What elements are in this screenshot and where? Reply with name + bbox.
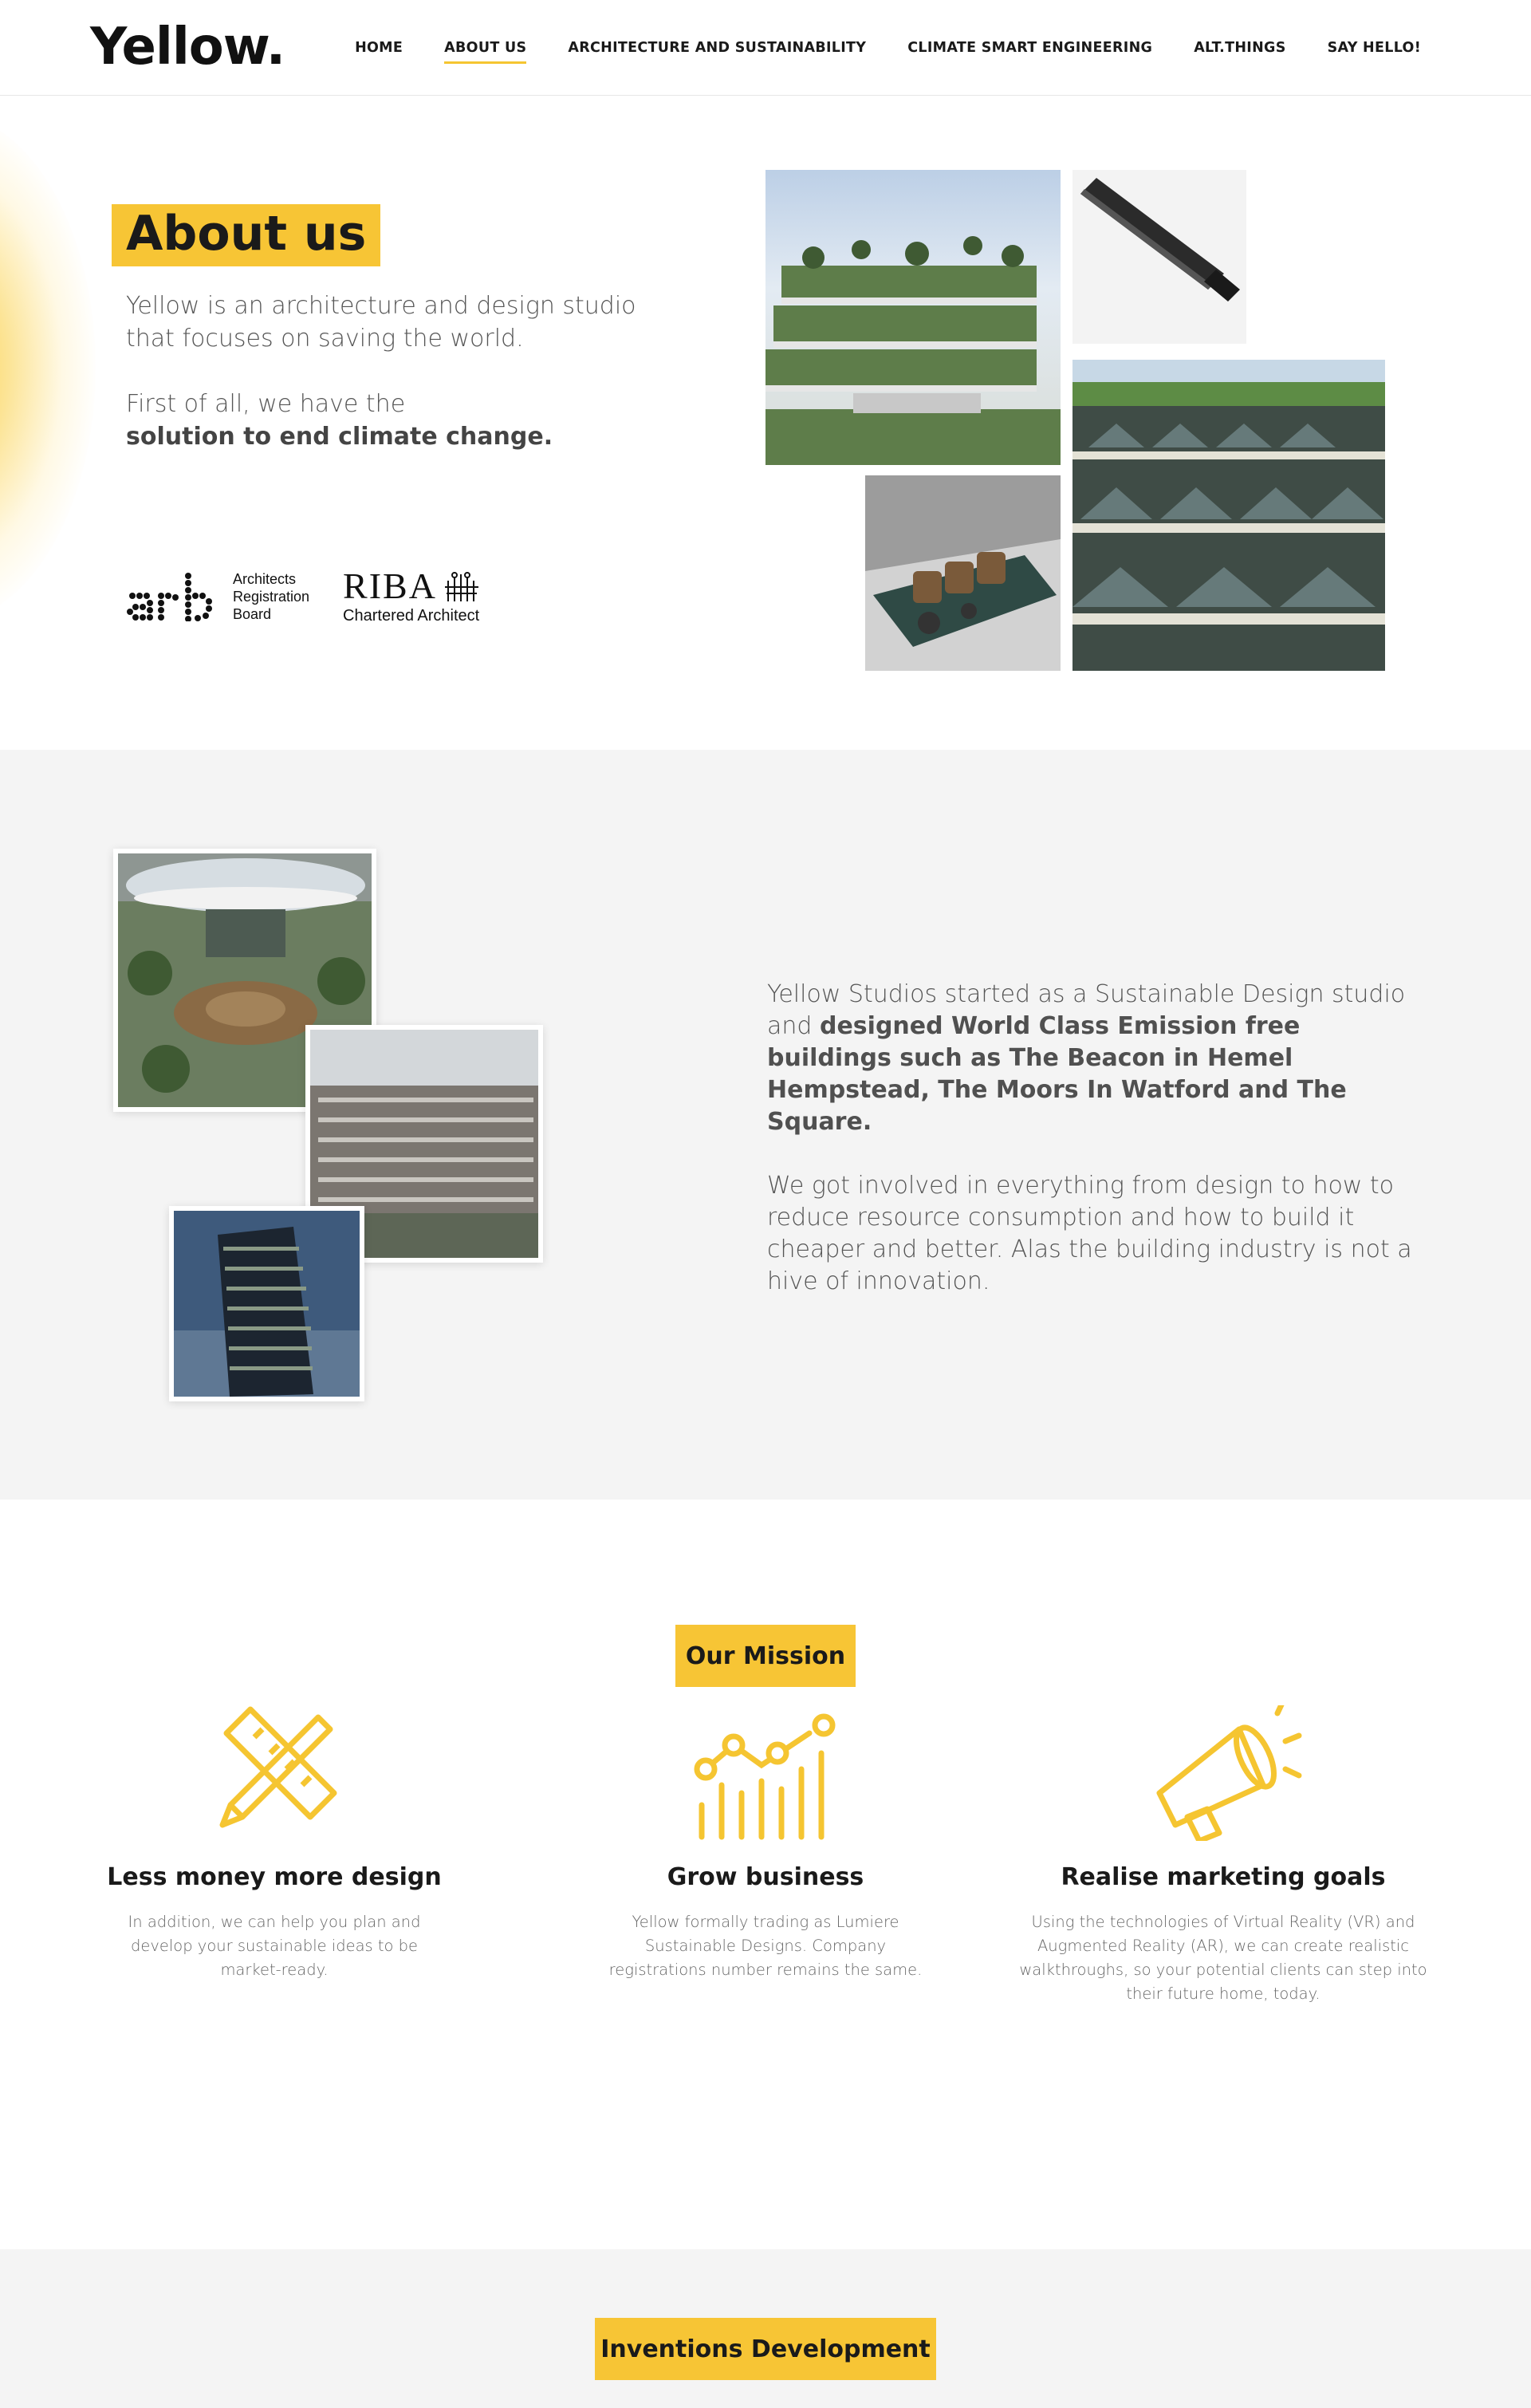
riba-logo: RIBA Chartered Architect xyxy=(343,567,483,625)
about-lead-bold: solution to end climate change. xyxy=(126,423,553,451)
mission-body-marketing: Using the technologies of Virtual Realit… xyxy=(1019,1913,1427,2003)
story-text: Yellow Studios started as a Sustainable … xyxy=(767,979,1429,1330)
inventions-title: Inventions Development xyxy=(595,2318,936,2380)
mission-heading-marketing: Realise marketing goals xyxy=(1061,1863,1386,1891)
nav-about-us[interactable]: ABOUT US xyxy=(444,33,527,64)
green-building-illustration xyxy=(766,170,1061,465)
main-nav: HOME ABOUT US ARCHITECTURE AND SUSTAINAB… xyxy=(355,0,1421,96)
arb-line2: Registration xyxy=(233,588,310,605)
mission-column-design: Less money more design In addition, we c… xyxy=(67,1706,482,1982)
about-title: About us xyxy=(112,204,381,266)
about-lead-text: First of all, we have the xyxy=(126,390,406,418)
solar-pyramids-image xyxy=(1072,360,1385,671)
mission-section: Our Mission Less money more design In ad… xyxy=(0,1500,1531,2249)
arb-text: Architects Registration Board xyxy=(233,570,309,623)
about-text: Yellow is an architecture and design stu… xyxy=(126,290,636,486)
mission-body-grow: Yellow formally trading as Lumiere Susta… xyxy=(608,1913,923,1979)
riba-word: RIBA xyxy=(343,566,437,606)
about-section: About us Yellow is an architecture and d… xyxy=(0,97,1531,750)
nav-say-hello[interactable]: SAY HELLO! xyxy=(1328,33,1421,62)
nav-alt-things[interactable]: ALT.THINGS xyxy=(1194,33,1285,62)
pencil-ruler-icon xyxy=(219,1706,337,1828)
engine-illustration xyxy=(865,475,1061,671)
story-section: Yellow Studios started as a Sustainable … xyxy=(0,750,1531,1500)
nav-architecture-sustainability[interactable]: ARCHITECTURE AND SUSTAINABILITY xyxy=(568,33,866,62)
accreditation-logos: Architects Registration Board RIBA Chart… xyxy=(126,567,483,625)
twisted-tower-photo xyxy=(169,1206,364,1401)
story-paragraph-1: Yellow Studios started as a Sustainable … xyxy=(767,979,1429,1138)
mission-column-grow: Grow business Yellow formally trading as… xyxy=(558,1713,973,1982)
mission-title: Our Mission xyxy=(675,1625,856,1687)
mission-heading-grow: Grow business xyxy=(667,1863,864,1891)
megaphone-icon xyxy=(1156,1705,1302,1841)
riba-top: RIBA xyxy=(343,567,483,605)
story-paragraph-2: We got involved in everything from desig… xyxy=(767,1172,1412,1295)
pyramids-illustration xyxy=(1072,360,1385,671)
yellow-glow-decoration xyxy=(0,112,96,623)
arb-logo: Architects Registration Board xyxy=(126,570,309,623)
mission-body-design: In addition, we can help you plan and de… xyxy=(128,1913,421,1979)
pipe-illustration xyxy=(1072,170,1246,344)
mission-heading-design: Less money more design xyxy=(107,1863,442,1891)
about-lead: First of all, we have the solution to end… xyxy=(126,388,636,453)
story-p1-bold: designed World Class Emission free build… xyxy=(767,1012,1347,1136)
green-building-image xyxy=(766,170,1061,465)
pipe-product-image xyxy=(1072,170,1246,344)
site-logo[interactable]: Yellow. xyxy=(90,18,285,77)
arb-mark-icon xyxy=(127,572,212,621)
inventions-section: Inventions Development xyxy=(0,2249,1531,2408)
engine-render-image xyxy=(865,475,1061,671)
riba-subtitle: Chartered Architect xyxy=(343,607,480,625)
arb-line1: Architects xyxy=(233,570,297,587)
nav-home[interactable]: HOME xyxy=(355,33,403,62)
twisted-tower-illustration xyxy=(174,1211,360,1397)
growth-chart-icon xyxy=(694,1713,836,1840)
mission-column-marketing: Realise marketing goals Using the techno… xyxy=(1016,1705,1431,2006)
about-intro: Yellow is an architecture and design stu… xyxy=(126,292,636,353)
nav-climate-smart-engineering[interactable]: CLIMATE SMART ENGINEERING xyxy=(907,33,1152,62)
riba-crest-icon xyxy=(444,572,478,601)
site-header: Yellow. HOME ABOUT US ARCHITECTURE AND S… xyxy=(0,0,1531,96)
arb-line3: Board xyxy=(233,605,272,622)
